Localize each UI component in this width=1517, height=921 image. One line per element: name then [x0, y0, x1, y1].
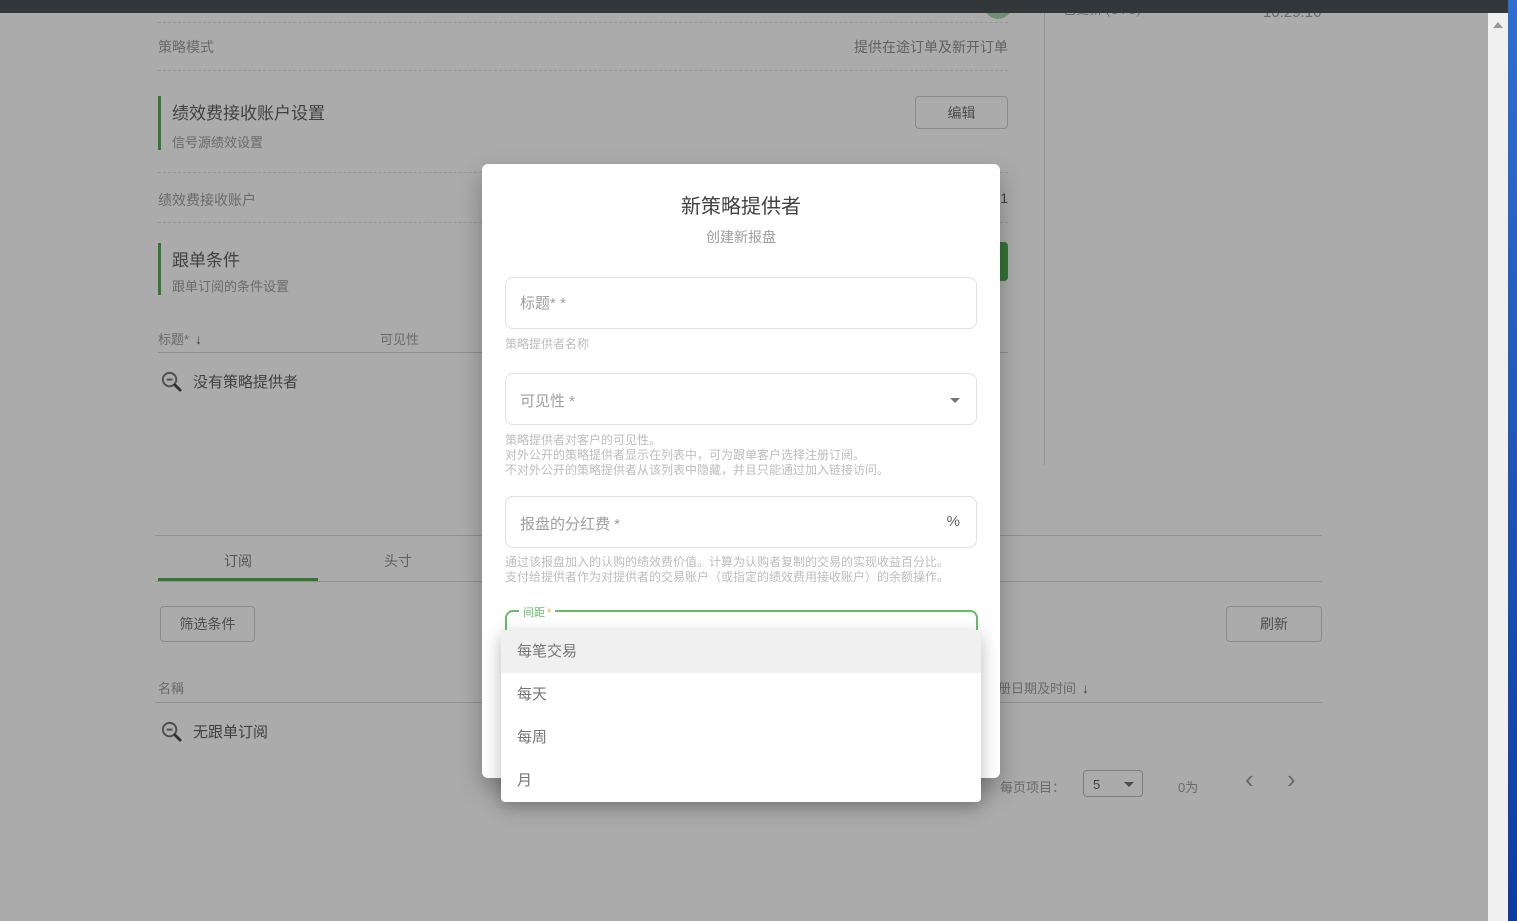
visibility-select[interactable]: 可见性 * [505, 373, 977, 425]
vertical-scrollbar[interactable] [1488, 13, 1508, 921]
screen: 已更新 (UTC) 10:29:16 策略模式 提供在途订单及新开订单 绩效费接… [0, 0, 1517, 921]
interval-dropdown-menu: 每笔交易 每天 每周 月 [501, 630, 981, 802]
required-asterisk: * [547, 607, 551, 619]
interval-label-text: 间距 [523, 607, 545, 619]
title-field [505, 277, 977, 329]
visibility-helper-line: 对外公开的策略提供者显示在列表中，可为跟单客户选择注册订阅。 [505, 448, 957, 463]
visibility-helper-line: 不对外公开的策略提供者从该列表中隐藏，并且只能通过加入链接访问。 [505, 463, 957, 478]
fee-label: 报盘的分红费 * [520, 513, 620, 534]
interval-label: 间距* [519, 604, 555, 620]
visibility-helper-line: 策略提供者对客户的可见性。 [505, 433, 957, 448]
fee-field[interactable]: 报盘的分红费 * % [505, 496, 977, 548]
dropdown-option-per-deal[interactable]: 每笔交易 [501, 630, 981, 673]
top-bar [0, 0, 1508, 13]
chevron-down-icon [950, 398, 960, 403]
title-helper: 策略提供者名称 [505, 337, 957, 352]
title-input[interactable] [506, 278, 976, 328]
dropdown-option-weekly[interactable]: 每周 [501, 716, 981, 759]
desktop-edge [1508, 0, 1517, 921]
dialog-subtitle: 创建新报盘 [482, 227, 1000, 247]
dropdown-option-monthly[interactable]: 月 [501, 759, 981, 802]
dialog-title: 新策略提供者 [482, 190, 1000, 219]
dropdown-option-daily[interactable]: 每天 [501, 673, 981, 716]
visibility-helper: 策略提供者对客户的可见性。 对外公开的策略提供者显示在列表中，可为跟单客户选择注… [505, 433, 957, 478]
scroll-up-arrow-icon[interactable] [1493, 22, 1503, 28]
percent-suffix: % [947, 513, 960, 530]
visibility-label: 可见性 * [520, 390, 575, 411]
fee-helper: 通过该报盘加入的认购的绩效费价值。计算为认购者复制的交易的实现收益百分比。支付给… [505, 555, 957, 585]
